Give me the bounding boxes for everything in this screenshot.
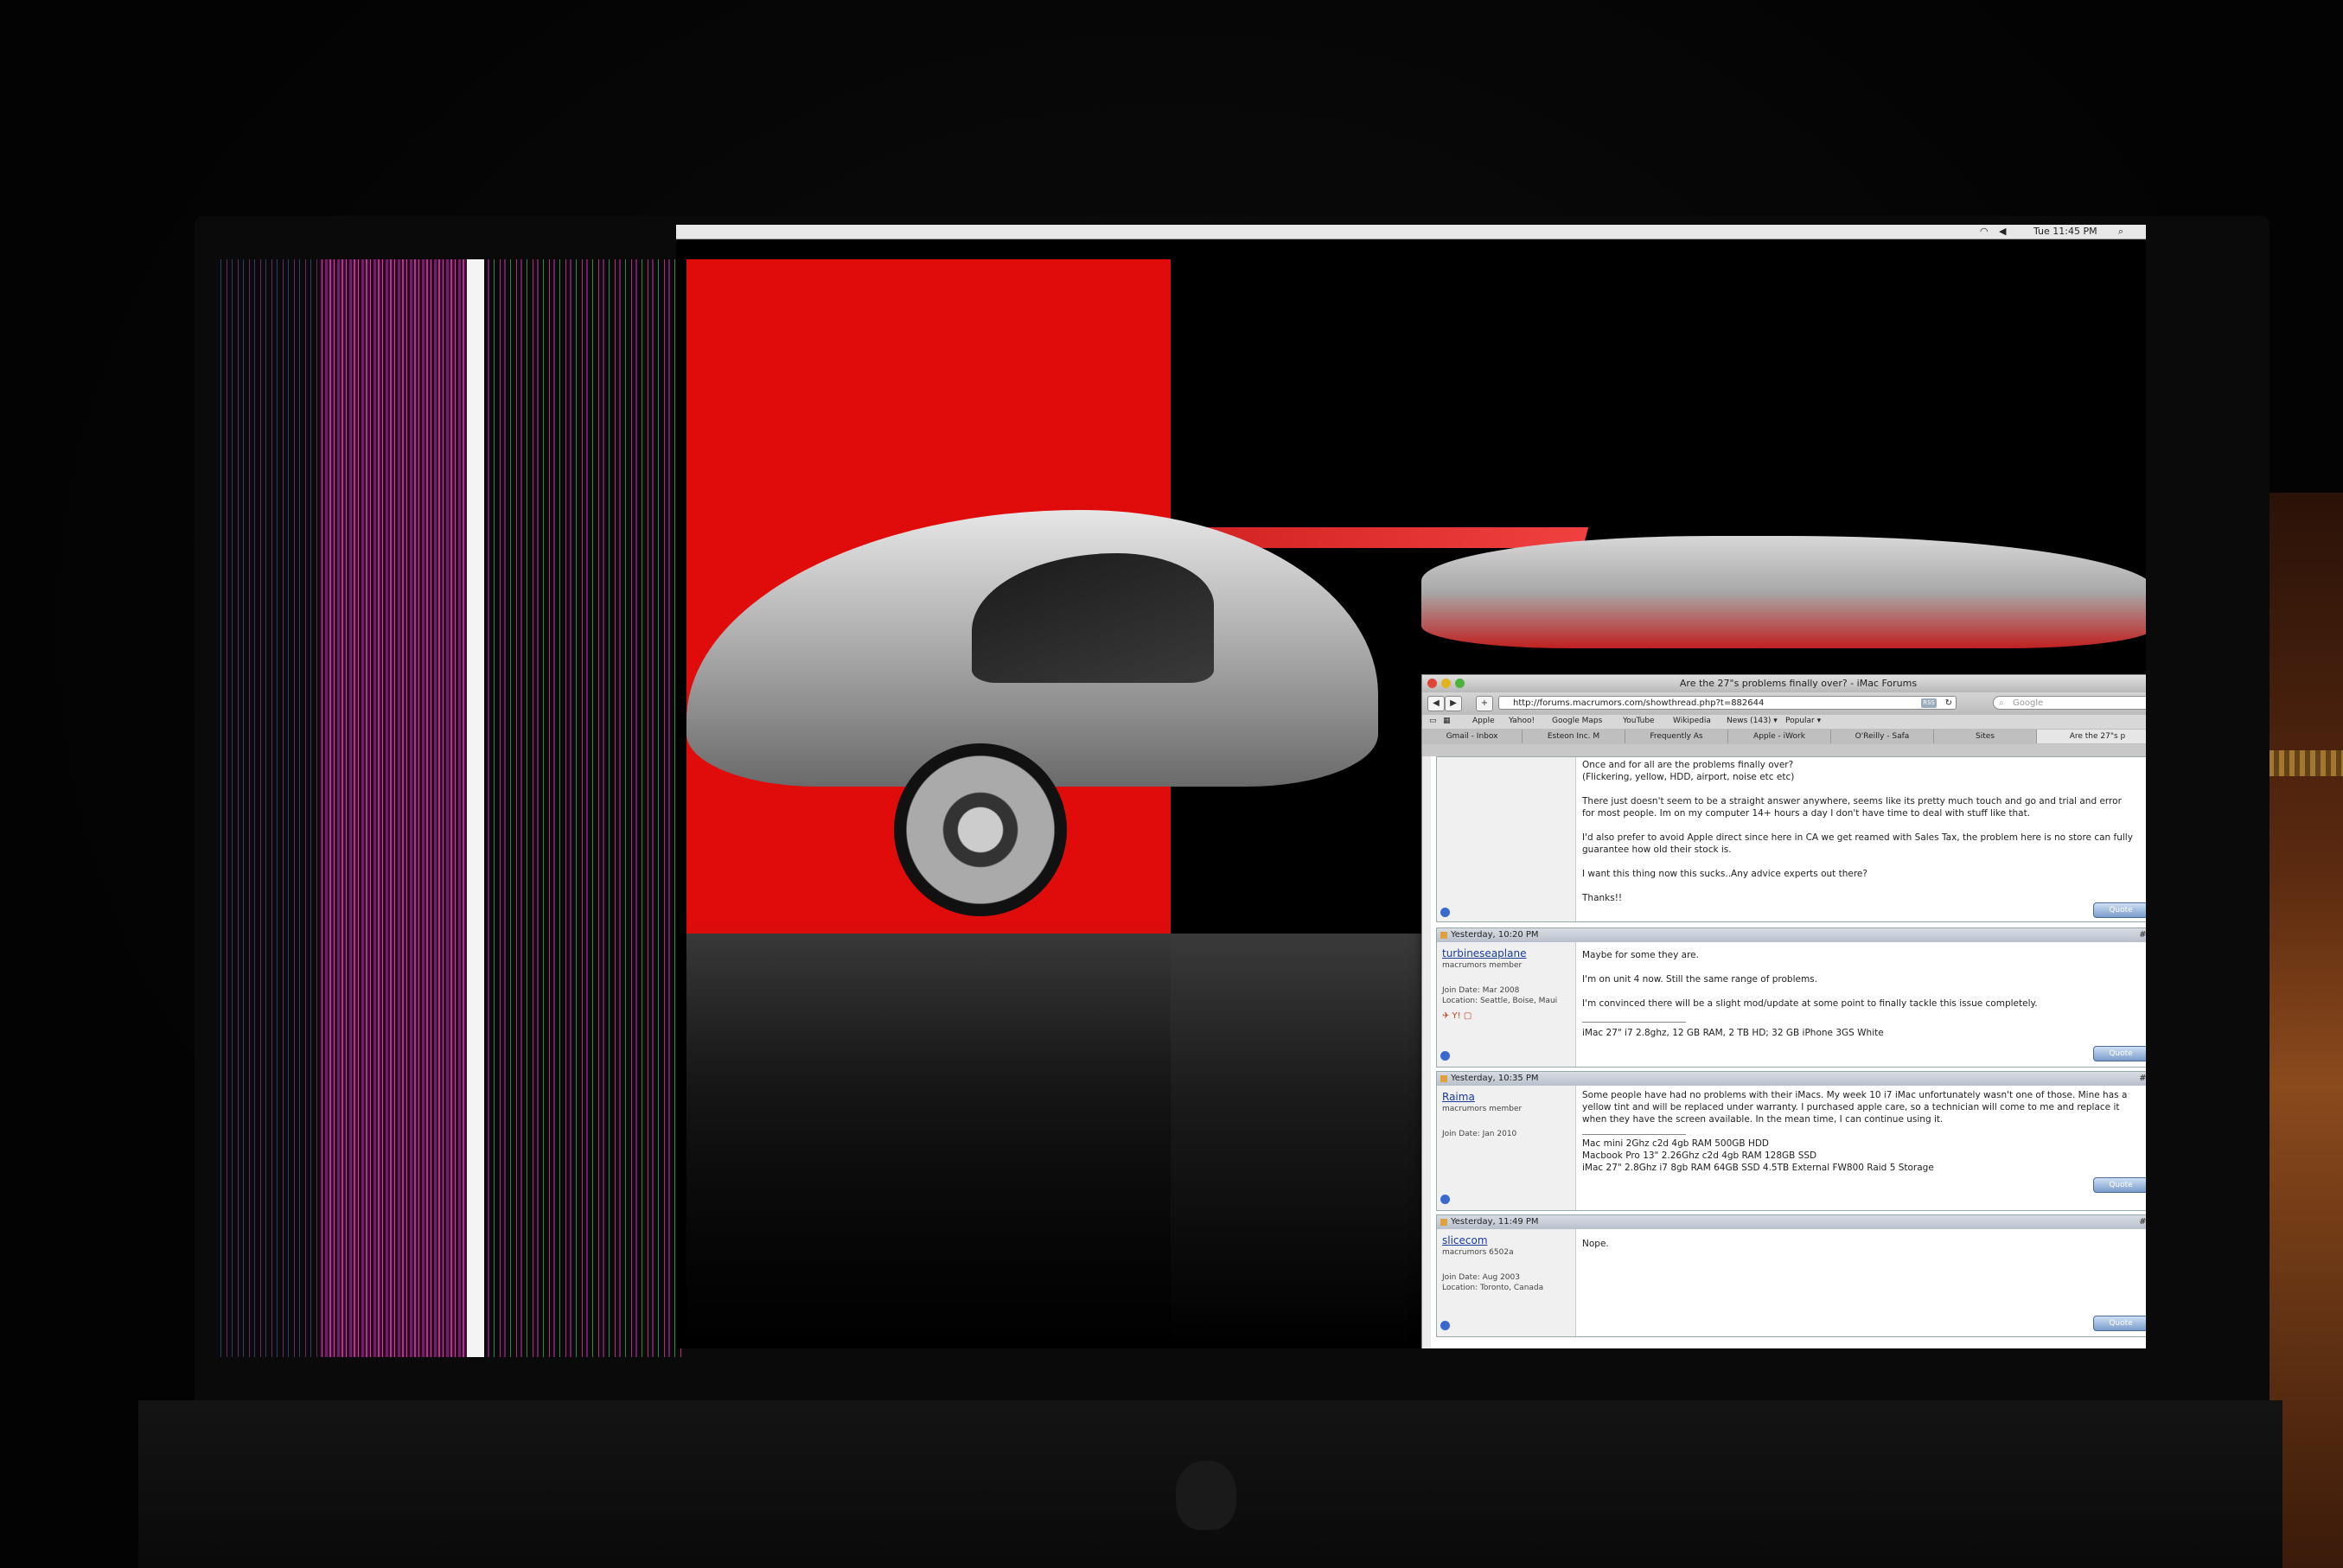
post-header: Yesterday, 10:20 PM #2 (1437, 928, 2146, 942)
post-user-title: macrumors 6502a (1442, 1248, 1514, 1257)
bookmark-yahoo[interactable]: Yahoo! (1509, 717, 1535, 725)
post-user-info: Join Date: Aug 2003 Location: Toronto, C… (1442, 1273, 1544, 1292)
bookmarks-bar: ▭ ▦ Apple Yahoo! Google Maps YouTube Wik… (1422, 715, 2146, 730)
display-artifact-white-band (467, 259, 484, 1357)
post-header: Yesterday, 11:49 PM #4 (1437, 1215, 2146, 1229)
post-number[interactable]: #3 (2139, 1072, 2146, 1086)
post-number[interactable]: #4 (2139, 1215, 2146, 1229)
signature-divider (1582, 1022, 1686, 1023)
browser-toolbar: ◀ ▶ + http://forums.macrumors.com/showth… (1422, 692, 2146, 715)
post-message: Maybe for some they are. I'm on unit 4 n… (1582, 950, 2038, 1009)
window-title: Are the 27"s problems finally over? - iM… (1679, 678, 1918, 689)
top-sites-icon[interactable]: ▦ (1443, 717, 1451, 725)
post-message: Once and for all are the problems finall… (1582, 760, 2133, 903)
tab-esteon[interactable]: Esteon Inc. M (1523, 730, 1625, 743)
page-content: Once and for all are the problems finall… (1431, 756, 2146, 1348)
bookmark-youtube[interactable]: YouTube (1623, 717, 1655, 725)
signature-divider (1582, 1134, 1686, 1135)
report-post-icon[interactable] (1440, 1321, 1450, 1330)
forum-post: Yesterday, 10:20 PM #2 turbineseaplane m… (1436, 927, 2146, 1068)
menubar-clock[interactable]: Tue 11:45 PM (2033, 226, 2097, 237)
tab-gmail[interactable]: Gmail - Inbox (1422, 730, 1523, 743)
apple-logo-icon (1176, 1461, 1236, 1530)
post-signature: iMac 27" i7 2.8ghz, 12 GB RAM, 2 TB HD; … (1582, 1028, 1884, 1038)
volume-icon[interactable]: ◀ (1999, 226, 2006, 237)
post-user-column: turbineseaplane macrumors member Join Da… (1437, 942, 1576, 1067)
tab-bar-row2 (1422, 744, 2146, 756)
display-artifact-stripes-mixed (484, 259, 683, 1357)
bookmark-news[interactable]: News (143) ▾ (1727, 717, 1778, 725)
screen: ◠ ◀ Tue 11:45 PM ⌕ Are the 27"s problems… (676, 225, 2146, 1348)
post-user-info: Join Date: Mar 2008 Location: Seattle, B… (1442, 986, 1558, 1005)
reading-list-icon[interactable]: ▭ (1429, 717, 1437, 725)
tab-sites[interactable]: Sites (1934, 730, 2037, 743)
window-titlebar[interactable]: Are the 27"s problems finally over? - iM… (1422, 675, 2146, 692)
quote-button[interactable]: Quote (2093, 1177, 2146, 1193)
tab-oreilly[interactable]: O'Reilly - Safa (1831, 730, 1934, 743)
wallpaper-race-car (1421, 536, 2146, 648)
post-message: Some people have had no problems with th… (1582, 1090, 2128, 1125)
post-status-icon (1440, 1219, 1447, 1226)
wifi-icon[interactable]: ◠ (1980, 226, 1989, 237)
tab-frequently-asked[interactable]: Frequently As (1625, 730, 1728, 743)
wallpaper-shade (686, 259, 1171, 1348)
post-username[interactable]: slicecom (1442, 1234, 1488, 1246)
user-contact-icons[interactable]: ✈ Y! ▢ (1442, 1011, 1472, 1021)
url-text: http://forums.macrumors.com/showthread.p… (1513, 698, 1765, 708)
report-post-icon[interactable] (1440, 1195, 1450, 1204)
safari-window[interactable]: Are the 27"s problems finally over? - iM… (1421, 674, 2146, 1348)
quote-button[interactable]: Quote (2093, 902, 2146, 918)
search-field[interactable]: ⌕ Google (1993, 696, 2146, 710)
post-user-column (1437, 757, 1576, 921)
report-post-icon[interactable] (1440, 908, 1450, 917)
post-message: Nope. (1582, 1239, 1609, 1249)
forum-post: Once and for all are the problems finall… (1436, 756, 2146, 922)
forum-post: Yesterday, 10:35 PM #3 Raima macrumors m… (1436, 1071, 2146, 1211)
post-date: Yesterday, 11:49 PM (1451, 1217, 1539, 1227)
bookmark-popular[interactable]: Popular ▾ (1785, 717, 1821, 725)
post-signature: Mac mini 2Ghz c2d 4gb RAM 500GB HDD Macb… (1582, 1138, 1934, 1173)
quote-button[interactable]: Quote (2093, 1046, 2146, 1061)
bookmark-apple[interactable]: Apple (1472, 717, 1495, 725)
post-date: Yesterday, 10:35 PM (1451, 1074, 1539, 1083)
display-artifact-stripes-dark (216, 259, 320, 1357)
post-username[interactable]: Raima (1442, 1091, 1475, 1103)
bookmark-google-maps[interactable]: Google Maps (1552, 717, 1602, 725)
address-field[interactable]: http://forums.macrumors.com/showthread.p… (1498, 696, 1957, 710)
post-user-title: macrumors member (1442, 1105, 1523, 1113)
tab-macrumors-thread[interactable]: Are the 27"s p (2037, 730, 2146, 743)
post-username[interactable]: turbineseaplane (1442, 947, 1526, 959)
report-post-icon[interactable] (1440, 1051, 1450, 1061)
back-button[interactable]: ◀ (1427, 696, 1445, 711)
post-user-info: Join Date: Jan 2010 (1442, 1130, 1517, 1138)
post-user-column: slicecom macrumors 6502a Join Date: Aug … (1437, 1229, 1576, 1336)
forum-post: Yesterday, 11:49 PM #4 slicecom macrumor… (1436, 1214, 2146, 1337)
menu-bar: ◠ ◀ Tue 11:45 PM ⌕ (676, 225, 2146, 239)
reload-icon[interactable]: ↻ (1945, 697, 1952, 711)
post-status-icon (1440, 932, 1447, 939)
tab-bar: Gmail - Inbox Esteon Inc. M Frequently A… (1422, 729, 2146, 745)
post-number[interactable]: #2 (2139, 928, 2146, 942)
post-user-title: macrumors member (1442, 961, 1523, 970)
post-status-icon (1440, 1075, 1447, 1082)
tab-apple-iwork[interactable]: Apple - iWork (1728, 730, 1831, 743)
post-header: Yesterday, 10:35 PM #3 (1437, 1072, 2146, 1086)
forward-button[interactable]: ▶ (1445, 696, 1462, 711)
rss-badge[interactable]: RSS (1921, 698, 1937, 708)
search-icon: ⌕ (1999, 698, 2004, 708)
post-user-column: Raima macrumors member Join Date: Jan 20… (1437, 1086, 1576, 1210)
search-placeholder: Google (2013, 698, 2044, 708)
post-date: Yesterday, 10:20 PM (1451, 930, 1539, 940)
desktop-wallpaper: Are the 27"s problems finally over? - iM… (686, 259, 2146, 1348)
quote-button[interactable]: Quote (2093, 1316, 2146, 1331)
spotlight-icon[interactable]: ⌕ (2118, 226, 2123, 238)
add-bookmark-button[interactable]: + (1476, 696, 1493, 711)
bookmark-wikipedia[interactable]: Wikipedia (1673, 717, 1711, 725)
